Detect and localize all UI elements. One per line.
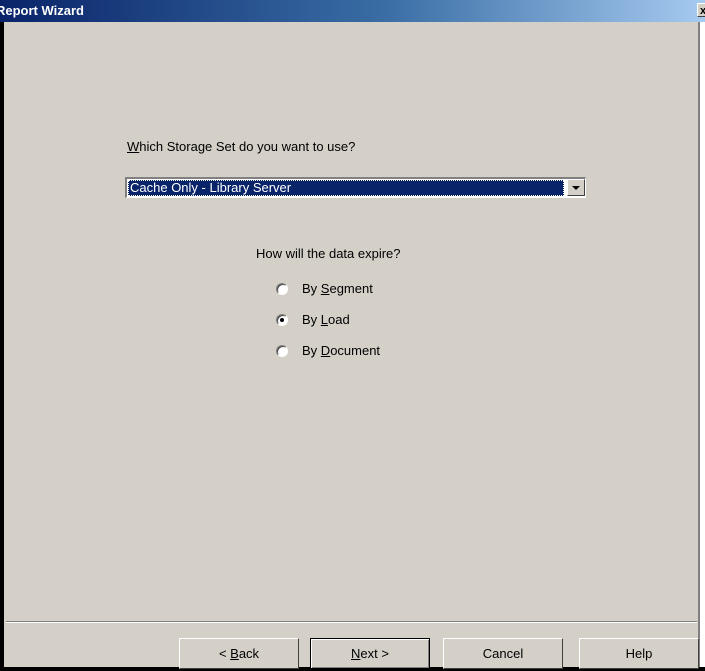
storage-set-question: Which Storage Set do you want to use? [127,139,355,154]
storage-set-selected-value: Cache Only - Library Server [128,180,564,196]
window-right-border [700,22,705,671]
button-separator [6,621,697,623]
expire-question: How will the data expire? [256,246,401,261]
radio-label: By Load [302,312,350,327]
help-button[interactable]: Help [579,638,699,669]
question-text: hich Storage Set do you want to use? [139,139,356,154]
question-mnemonic: W [127,139,140,154]
close-button[interactable]: x [697,3,705,17]
radio-button-checked[interactable] [276,314,288,326]
window-left-border [0,22,4,671]
radio-button[interactable] [276,283,288,295]
next-button[interactable]: Next > [310,638,430,669]
radio-label: By Document [302,343,381,358]
chevron-down-icon[interactable] [567,179,585,196]
cancel-button[interactable]: Cancel [443,638,563,669]
title-bar[interactable]: Report Wizard x [0,0,705,22]
report-wizard-window: Report Wizard x Which Storage Set do you… [0,0,705,671]
window-title: Report Wizard [0,3,84,18]
storage-set-dropdown[interactable]: Cache Only - Library Server [125,177,586,198]
radio-label: By Segment [302,281,373,296]
radio-button[interactable] [276,345,288,357]
back-button[interactable]: < Back [179,638,299,669]
